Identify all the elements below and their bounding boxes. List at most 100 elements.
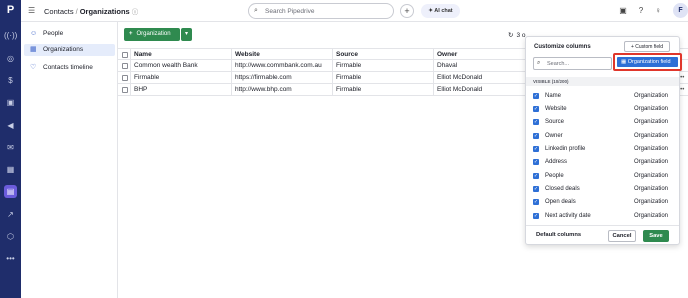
- box-icon[interactable]: ⬡: [4, 230, 17, 243]
- more-icon[interactable]: •••: [4, 252, 17, 265]
- search-icon: ⌕: [254, 7, 258, 14]
- column-item-name: Closed deals: [545, 186, 580, 192]
- quick-add-button[interactable]: +: [400, 4, 414, 18]
- dollar-icon[interactable]: $: [4, 74, 17, 87]
- row-checkbox[interactable]: [122, 63, 128, 69]
- cell-owner[interactable]: Elliot McDonald: [433, 84, 529, 96]
- avatar[interactable]: F: [673, 3, 688, 18]
- add-options-dropdown[interactable]: ▾: [181, 28, 192, 41]
- checkbox-checked-icon[interactable]: ✓: [533, 199, 539, 205]
- column-search-placeholder: Search...: [547, 61, 570, 67]
- cell-name[interactable]: Common wealth Bank: [130, 60, 231, 72]
- row-checkbox[interactable]: [122, 75, 128, 81]
- menu-icon[interactable]: ☰: [28, 6, 35, 15]
- sidebar-item-organizations[interactable]: ▦ Organizations: [24, 44, 115, 56]
- column-item-name: Source: [545, 119, 565, 125]
- breadcrumb-separator: /: [75, 7, 78, 16]
- cell-source[interactable]: Firmable: [332, 72, 433, 84]
- column-item[interactable]: ✓ Closed deals Organization: [526, 183, 679, 195]
- column-search-input[interactable]: ⌕ Search...: [533, 57, 612, 70]
- column-item-type: Organization: [633, 159, 668, 165]
- ai-chat-button[interactable]: ✦ AI chat: [421, 4, 460, 18]
- contacts-icon[interactable]: ▤: [4, 185, 17, 198]
- column-item[interactable]: ✓ Name Organization: [526, 90, 679, 102]
- add-organization-button[interactable]: + Organization: [124, 28, 180, 41]
- gift-icon[interactable]: ▣: [618, 5, 628, 16]
- checkbox-checked-icon[interactable]: ✓: [533, 133, 539, 139]
- column-item-type: Organization: [633, 106, 668, 112]
- cell-source[interactable]: Firmable: [332, 60, 433, 72]
- column-item-type: Organization: [633, 119, 668, 125]
- cell-owner[interactable]: Dhaval: [433, 60, 529, 72]
- cell-website[interactable]: http://www.commbank.com.au: [231, 60, 332, 72]
- search-icon: ⌕: [537, 60, 541, 66]
- megaphone-icon[interactable]: ◀: [4, 119, 17, 132]
- checkbox-checked-icon[interactable]: ✓: [533, 146, 539, 152]
- plus-icon: +: [129, 31, 133, 37]
- checkbox-checked-icon[interactable]: ✓: [533, 186, 539, 192]
- checkbox-checked-icon[interactable]: ✓: [533, 213, 539, 219]
- broadcast-icon[interactable]: ((·)): [4, 29, 17, 42]
- chart-icon[interactable]: ↗: [4, 208, 17, 221]
- column-item[interactable]: ✓ Next activity date Organization: [526, 210, 679, 222]
- pipedrive-logo[interactable]: P: [4, 4, 17, 17]
- checkbox-checked-icon[interactable]: ✓: [533, 173, 539, 179]
- column-item[interactable]: ✓ Open deals Organization: [526, 196, 679, 208]
- inbox-icon[interactable]: ✉: [4, 141, 17, 154]
- select-all-checkbox[interactable]: [122, 52, 128, 58]
- column-item[interactable]: ✓ Website Organization: [526, 103, 679, 115]
- calendar-icon[interactable]: ▦: [4, 163, 17, 176]
- cell-owner[interactable]: Elliot McDonald: [433, 72, 529, 84]
- cell-name[interactable]: Firmable: [130, 72, 231, 84]
- global-search-input[interactable]: ⌕ Search Pipedrive: [248, 3, 394, 19]
- sidebar-item-label: Organizations: [43, 46, 84, 53]
- panel-footer: Default columns Cancel Save: [526, 225, 679, 245]
- clipboard-icon[interactable]: ▣: [4, 96, 17, 109]
- bulb-icon[interactable]: ♀: [653, 5, 663, 16]
- left-nav-rail: P ((·)) ◎ $ ▣ ◀ ✉ ▦ ▤ ↗ ⬡ •••: [0, 0, 21, 298]
- breadcrumb: Contacts / Organizations ⓘ: [44, 6, 138, 16]
- checkbox-checked-icon[interactable]: ✓: [533, 93, 539, 99]
- checkbox-checked-icon[interactable]: ✓: [533, 106, 539, 112]
- column-item[interactable]: ✓ Linkedin profile Organization: [526, 143, 679, 155]
- save-button[interactable]: Save: [643, 230, 669, 242]
- cell-website[interactable]: https://firmable.com: [231, 72, 332, 84]
- search-placeholder: Search Pipedrive: [265, 8, 315, 15]
- default-columns-link[interactable]: Default columns: [536, 232, 581, 238]
- custom-field-button[interactable]: + Custom field: [624, 41, 670, 52]
- column-item-type: Organization: [633, 213, 668, 219]
- checkbox-checked-icon[interactable]: ✓: [533, 119, 539, 125]
- sidebar-item-people[interactable]: ☺ People: [24, 28, 115, 40]
- sidebar-item-label: People: [43, 30, 64, 37]
- column-item-type: Organization: [633, 199, 668, 205]
- column-item[interactable]: ✓ Address Organization: [526, 156, 679, 168]
- column-item-type: Organization: [633, 173, 668, 179]
- column-item-name: Owner: [545, 133, 563, 139]
- column-item-name: Address: [545, 159, 568, 165]
- cell-source[interactable]: Firmable: [332, 84, 433, 96]
- column-item[interactable]: ✓ Owner Organization: [526, 130, 679, 142]
- page-title: Organizations: [79, 7, 130, 16]
- chevron-down-icon: ▾: [184, 31, 188, 37]
- cancel-button[interactable]: Cancel: [608, 230, 636, 242]
- column-item[interactable]: ✓ Source Organization: [526, 116, 679, 128]
- column-item-type: Organization: [633, 146, 668, 152]
- column-item[interactable]: ✓ People Organization: [526, 170, 679, 182]
- help-icon[interactable]: ?: [636, 5, 646, 16]
- cell-name[interactable]: BHP: [130, 84, 231, 96]
- info-icon[interactable]: ⓘ: [132, 9, 139, 16]
- row-checkbox[interactable]: [122, 87, 128, 93]
- ai-chat-label: AI chat: [434, 8, 453, 14]
- organization-field-button[interactable]: ▦ Organization field: [617, 57, 678, 67]
- breadcrumb-parent[interactable]: Contacts: [44, 7, 74, 16]
- checkbox-checked-icon[interactable]: ✓: [533, 159, 539, 165]
- organization-field-label: Organization field: [627, 59, 671, 65]
- sidebar-item-contacts-timeline[interactable]: ♡ Contacts timeline: [24, 62, 115, 74]
- column-item-name: Next activity date: [545, 213, 591, 219]
- column-item-name: Website: [545, 106, 567, 112]
- cell-website[interactable]: http://www.bhp.com: [231, 84, 332, 96]
- panel-title: Customize columns: [534, 44, 591, 50]
- column-item-type: Organization: [633, 93, 668, 99]
- refresh-icon[interactable]: ↻: [508, 32, 513, 39]
- target-icon[interactable]: ◎: [4, 52, 17, 65]
